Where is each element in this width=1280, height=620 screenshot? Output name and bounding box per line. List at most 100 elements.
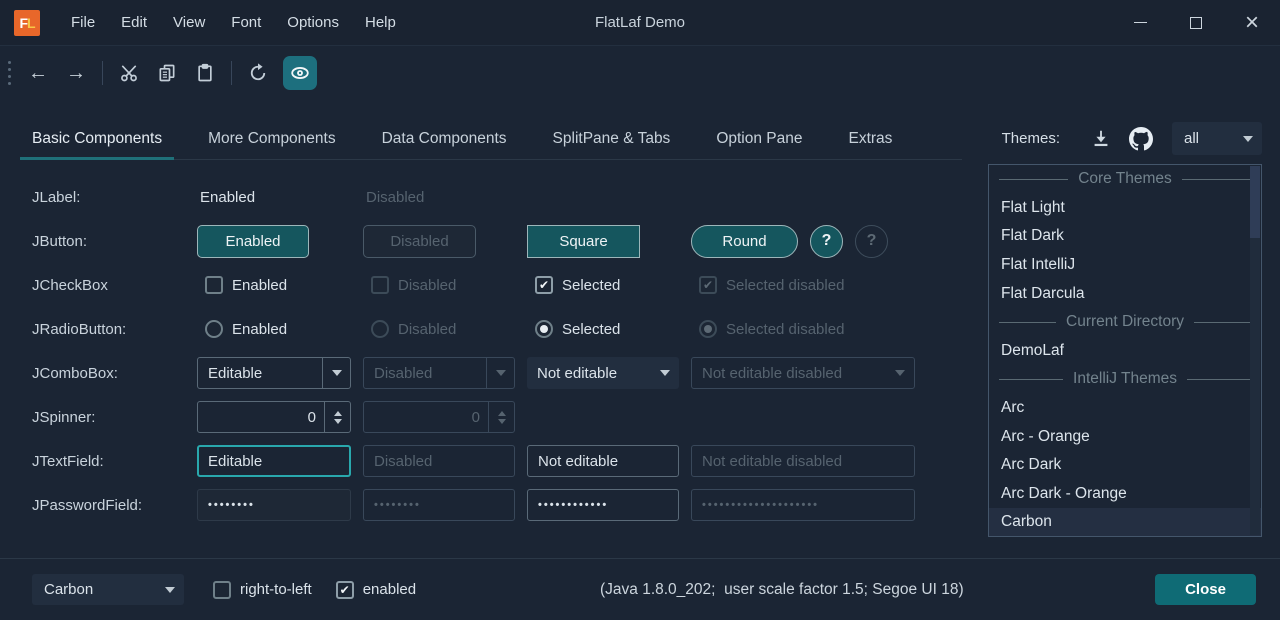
maximize-button[interactable] [1168, 0, 1224, 45]
flatlaf-demo-window: FL File Edit View Font Options Help Flat… [0, 0, 1280, 620]
tab-data-components[interactable]: Data Components [370, 118, 519, 159]
back-arrow-icon: ← [28, 62, 48, 85]
row-label: JComboBox: [32, 365, 197, 382]
radio-enabled[interactable]: Enabled [205, 320, 351, 338]
row-jradiobutton: JRadioButton: Enabled Disabled Selected … [0, 307, 915, 351]
row-label: JCheckBox [32, 277, 197, 294]
close-button[interactable]: Close [1155, 574, 1256, 605]
refresh-button[interactable] [239, 55, 277, 91]
minimize-button[interactable] [1112, 0, 1168, 45]
checkbox-enabled[interactable]: Enabled [205, 276, 351, 294]
theme-switcher-value: Carbon [32, 581, 156, 598]
theme-item[interactable]: Arc - Orange [989, 422, 1261, 451]
theme-switcher-combobox[interactable]: Carbon [32, 574, 184, 605]
passwordfield-editable[interactable] [197, 489, 351, 521]
jbutton-round[interactable]: Round [691, 225, 798, 258]
radio-icon [205, 320, 223, 338]
radio-selected[interactable]: Selected [535, 320, 679, 338]
menu-font[interactable]: Font [218, 0, 274, 46]
spinner-input[interactable] [198, 402, 324, 432]
help-button-disabled: ? [855, 225, 888, 258]
spinner-up-icon[interactable] [334, 411, 342, 416]
paste-button[interactable] [186, 55, 224, 91]
radio-selected-icon [535, 320, 553, 338]
menu-edit[interactable]: Edit [108, 0, 160, 46]
menu-view[interactable]: View [160, 0, 218, 46]
forward-button[interactable]: → [57, 55, 95, 91]
passwordfield-not-editable[interactable] [527, 489, 679, 521]
theme-item[interactable]: Arc Dark - Orange [989, 480, 1261, 509]
textfield-input [702, 453, 904, 470]
close-window-button[interactable]: × [1224, 0, 1280, 45]
row-label: JPasswordField: [32, 497, 197, 514]
password-input[interactable] [208, 499, 340, 511]
chevron-down-icon[interactable] [322, 358, 350, 388]
checkbox-selected[interactable]: ✔Selected [535, 276, 679, 294]
theme-item[interactable]: Flat Light [989, 194, 1261, 223]
theme-item-selected[interactable]: Carbon [989, 508, 1261, 537]
theme-item[interactable]: DemoLaf [989, 337, 1261, 366]
download-themes-button[interactable] [1084, 122, 1118, 155]
logo-letter-f: F [19, 15, 27, 31]
enabled-checkbox[interactable]: ✔ enabled [336, 581, 416, 599]
tab-extras[interactable]: Extras [837, 118, 905, 159]
menu-help[interactable]: Help [352, 0, 409, 46]
theme-item[interactable]: Arc [989, 394, 1261, 423]
menu-file[interactable]: File [58, 0, 108, 46]
themes-filter-combobox[interactable]: all [1172, 122, 1262, 155]
tab-more-components[interactable]: More Components [196, 118, 348, 159]
spinner-buttons[interactable] [324, 402, 350, 432]
copy-button[interactable] [148, 55, 186, 91]
scrollbar-thumb[interactable] [1250, 166, 1260, 238]
tab-option-pane[interactable]: Option Pane [704, 118, 814, 159]
textfield-editable[interactable] [197, 445, 351, 477]
chevron-down-icon [1234, 122, 1262, 155]
row-label: JLabel: [32, 189, 197, 206]
github-button[interactable] [1124, 122, 1158, 155]
radio-label: Disabled [398, 321, 456, 338]
window-controls: × [1112, 0, 1280, 45]
back-button[interactable]: ← [19, 55, 57, 91]
textfield-input [538, 453, 668, 470]
refresh-icon [248, 63, 268, 83]
textfield-input[interactable] [208, 453, 340, 470]
theme-item[interactable]: Flat Darcula [989, 279, 1261, 308]
spinner-down-icon [498, 419, 506, 424]
theme-item[interactable]: Flat Dark [989, 222, 1261, 251]
tab-basic-components[interactable]: Basic Components [20, 118, 174, 159]
download-icon [1090, 128, 1112, 150]
eye-toggle-button[interactable] [283, 56, 317, 90]
toolbar-separator [102, 61, 103, 85]
combobox-not-editable[interactable]: Not editable [527, 357, 679, 389]
theme-group-separator: Current Directory [989, 308, 1261, 337]
checkbox-icon [371, 276, 389, 294]
forward-arrow-icon: → [66, 62, 86, 85]
checkbox-icon [205, 276, 223, 294]
spinner-enabled[interactable] [197, 401, 351, 433]
password-input [702, 499, 904, 511]
chevron-down-icon [486, 358, 514, 388]
row-jbutton: JButton: Enabled Disabled Square Round ?… [0, 219, 915, 263]
chevron-down-icon [651, 357, 679, 389]
right-to-left-checkbox[interactable]: right-to-left [213, 581, 312, 599]
themes-header: Themes: all [1002, 122, 1262, 155]
theme-item[interactable]: Flat IntelliJ [989, 251, 1261, 280]
combobox-editable[interactable]: Editable [197, 357, 351, 389]
checkbox-label: Enabled [232, 277, 287, 294]
theme-item[interactable]: Arc Dark [989, 451, 1261, 480]
menu-options[interactable]: Options [274, 0, 352, 46]
textfield-not-editable[interactable] [527, 445, 679, 477]
help-button[interactable]: ? [810, 225, 843, 258]
logo-letter-l: L [27, 15, 35, 31]
jbutton-enabled[interactable]: Enabled [197, 225, 309, 258]
toolbar-drag-handle[interactable] [8, 61, 11, 85]
tab-splitpane-tabs[interactable]: SplitPane & Tabs [541, 118, 683, 159]
cut-button[interactable] [110, 55, 148, 91]
jbutton-square[interactable]: Square [527, 225, 640, 258]
spinner-down-icon[interactable] [334, 419, 342, 424]
jlabel-enabled: Enabled [197, 189, 351, 206]
scrollbar[interactable] [1250, 166, 1260, 535]
combobox-value[interactable]: Editable [198, 365, 322, 382]
checkbox-selected-disabled: ✔Selected disabled [699, 276, 844, 294]
chevron-down-icon [886, 358, 914, 388]
